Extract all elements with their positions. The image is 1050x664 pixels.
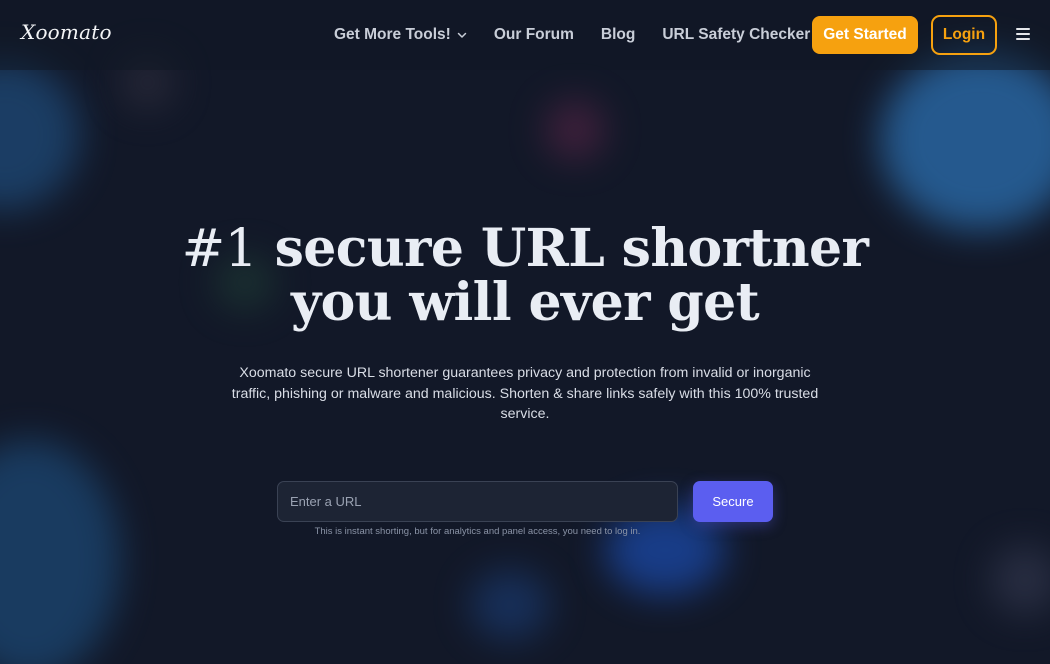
url-input[interactable] xyxy=(277,481,678,522)
nav-label: Get More Tools! xyxy=(334,26,451,43)
nav-blog[interactable]: Blog xyxy=(601,26,635,44)
site-logo[interactable]: Xoomato xyxy=(21,20,112,44)
hero-title-line1: secure URL shortner xyxy=(257,218,869,279)
nav-url-safety-checker[interactable]: URL Safety Checker xyxy=(662,26,810,44)
secure-button[interactable]: Secure xyxy=(693,481,773,522)
nav-our-forum[interactable]: Our Forum xyxy=(494,26,574,44)
hero-title-line2: you will ever get xyxy=(290,272,760,333)
nav-get-more-tools[interactable]: Get More Tools! xyxy=(334,26,467,44)
hero-subtitle: Xoomato secure URL shortener guarantees … xyxy=(231,365,819,423)
hero-title-hash: #1 xyxy=(181,219,258,279)
hero-title: #1 secure URL shortner you will ever get xyxy=(0,222,1050,330)
top-navbar: Xoomato Get More Tools! Our Forum Blog U… xyxy=(0,0,1050,70)
hero-section: #1 secure URL shortner you will ever get… xyxy=(0,0,1050,664)
chevron-down-icon xyxy=(457,32,467,38)
hamburger-icon[interactable] xyxy=(1016,28,1030,42)
get-started-button[interactable]: Get Started xyxy=(812,16,918,54)
login-button[interactable]: Login xyxy=(931,15,997,55)
main-nav: Get More Tools! Our Forum Blog URL Safet… xyxy=(334,0,837,70)
form-hint: This is instant shorting, but for analyt… xyxy=(314,526,641,537)
